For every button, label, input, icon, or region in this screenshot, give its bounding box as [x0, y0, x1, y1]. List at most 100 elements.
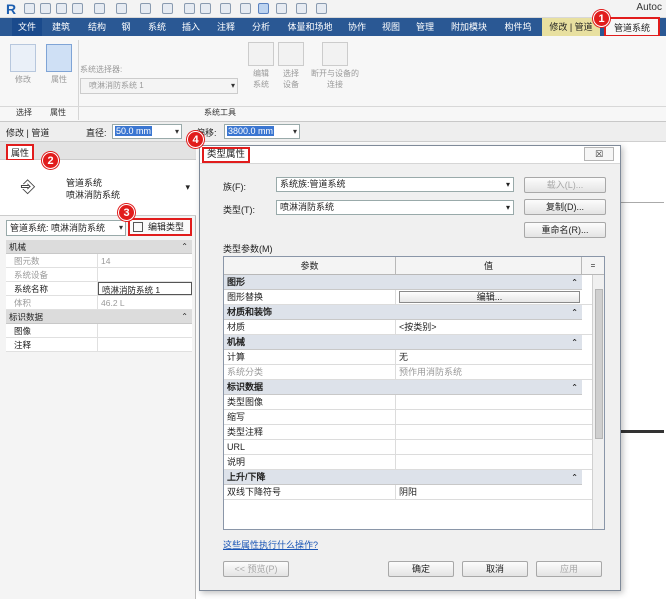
chevron-down-icon: ▾: [185, 182, 190, 192]
sync-icon[interactable]: [72, 3, 83, 14]
tab-analyze[interactable]: 分析: [246, 18, 276, 36]
collapse-icon[interactable]: ⌃: [181, 310, 188, 324]
disconnect-equipment-button[interactable]: 断开与设备的 连接: [306, 42, 364, 90]
group-graphics[interactable]: 图形 ⌃: [224, 275, 582, 290]
edit-type-button[interactable]: 编辑类型: [128, 218, 192, 236]
group-identity-data[interactable]: 标识数据 ⌃: [6, 310, 192, 324]
table-row: 双线下降符号 阴阳: [224, 485, 604, 500]
edit-graphics-button[interactable]: 编辑...: [399, 291, 580, 303]
group-identity-data[interactable]: 标识数据 ⌃: [224, 380, 582, 395]
rename-button[interactable]: 重命名(R)...: [524, 222, 606, 238]
load-button[interactable]: 载入(L)...: [524, 177, 606, 193]
system-selector-combo[interactable]: 喷淋消防系统 1 ▾: [80, 78, 238, 94]
app-logo[interactable]: R: [6, 1, 16, 17]
preview-button[interactable]: << 预览(P): [223, 561, 289, 577]
property-value[interactable]: [98, 324, 192, 337]
tab-add-ins[interactable]: 附加模块: [444, 18, 494, 36]
family-combo[interactable]: 系统族:管道系统 ▾: [276, 177, 514, 192]
group-mechanical[interactable]: 机械 ⌃: [224, 335, 582, 350]
save-icon[interactable]: [56, 3, 67, 14]
group-rise-drop[interactable]: 上升/下降 ⌃: [224, 470, 582, 485]
tab-collaborate[interactable]: 协作: [342, 18, 372, 36]
table-row: 图形替换 编辑...: [224, 290, 604, 305]
redo-icon[interactable]: [116, 3, 127, 14]
context-label: 修改 | 管道: [6, 128, 50, 138]
param-value[interactable]: [396, 425, 582, 439]
type-combo[interactable]: 喷淋消防系统 ▾: [276, 200, 514, 215]
measure-icon[interactable]: [162, 3, 173, 14]
select-equipment-button[interactable]: 选择 设备: [278, 42, 304, 90]
tab-view[interactable]: 视图: [376, 18, 406, 36]
print-icon[interactable]: [140, 3, 151, 14]
param-value[interactable]: [396, 455, 582, 469]
ok-button[interactable]: 确定: [388, 561, 454, 577]
table-row: 材质 <按类别>: [224, 320, 604, 335]
callout-badge-3: 3: [118, 204, 135, 221]
collapse-icon[interactable]: ⌃: [571, 380, 578, 395]
customize-qat-icon[interactable]: [316, 3, 327, 14]
diameter-field[interactable]: 50.0 mm ▾: [112, 124, 182, 139]
properties-icon: [46, 44, 72, 72]
collapse-icon[interactable]: ⌃: [571, 470, 578, 485]
dialog-titlebar: 类型属性 ☒: [200, 146, 620, 164]
group-label: 材质和装饰: [227, 307, 273, 317]
param-key: 双线下降符号: [224, 485, 396, 499]
collapse-icon[interactable]: ⌃: [571, 305, 578, 320]
type-selector[interactable]: ⎆ 管道系统 喷淋消防系统 ▾: [0, 160, 196, 216]
properties-button[interactable]: 属性: [44, 44, 74, 85]
group-materials[interactable]: 材质和装饰 ⌃: [224, 305, 582, 320]
group-mechanical[interactable]: 机械 ⌃: [6, 240, 192, 254]
tab-structure[interactable]: 结构: [82, 18, 112, 36]
folder-icon[interactable]: [40, 3, 51, 14]
tab-file[interactable]: 文件: [12, 18, 42, 36]
switch-windows-icon[interactable]: [296, 3, 307, 14]
instance-filter[interactable]: 管道系统: 喷淋消防系统 ▾: [6, 220, 126, 236]
close-button[interactable]: ☒: [584, 147, 614, 161]
close-hidden-icon[interactable]: [276, 3, 287, 14]
column-header-value[interactable]: 值: [396, 257, 582, 274]
property-key: 图像: [6, 324, 98, 337]
param-value[interactable]: 阴阳: [396, 485, 582, 499]
tab-piping-systems[interactable]: 管道系统: [604, 17, 660, 37]
property-key: 系统设备: [6, 268, 98, 281]
tab-insert[interactable]: 插入: [176, 18, 206, 36]
3d-view-icon[interactable]: [220, 3, 231, 14]
tab-manage[interactable]: 管理: [410, 18, 440, 36]
param-value[interactable]: [396, 440, 582, 454]
edit-system-button[interactable]: 编辑 系统: [248, 42, 274, 90]
collapse-icon[interactable]: ⌃: [571, 335, 578, 350]
app-title: Autoc: [636, 2, 662, 13]
undo-icon[interactable]: [94, 3, 105, 14]
properties-title: 属性: [6, 144, 35, 161]
tab-component-dock[interactable]: 构件坞: [498, 18, 538, 36]
table-scrollbar[interactable]: [592, 275, 604, 529]
property-value[interactable]: [98, 338, 192, 351]
text-icon[interactable]: [200, 3, 211, 14]
collapse-icon[interactable]: ⌃: [181, 240, 188, 254]
param-value[interactable]: 无: [396, 350, 582, 364]
param-value[interactable]: [396, 395, 582, 409]
tab-steel[interactable]: 钢: [116, 18, 136, 36]
param-value: 编辑...: [396, 290, 582, 304]
param-value[interactable]: <按类别>: [396, 320, 582, 334]
system-name-field[interactable]: 喷淋消防系统 1: [98, 282, 192, 295]
help-link[interactable]: 这些属性执行什么操作?: [223, 538, 318, 551]
open-icon[interactable]: [24, 3, 35, 14]
column-header-parameter[interactable]: 参数: [224, 257, 396, 274]
tab-systems[interactable]: 系统: [142, 18, 172, 36]
tab-modify-pipes[interactable]: 修改 | 管道: [542, 18, 600, 36]
dimension-icon[interactable]: [184, 3, 195, 14]
offset-field[interactable]: 3800.0 mm ▾: [224, 124, 300, 139]
param-value[interactable]: [396, 410, 582, 424]
tab-annotate[interactable]: 注释: [210, 18, 242, 36]
collapse-icon[interactable]: ⌃: [571, 275, 578, 290]
section-icon[interactable]: [240, 3, 251, 14]
apply-button[interactable]: 应用: [536, 561, 602, 577]
scrollbar-thumb[interactable]: [595, 289, 603, 439]
tab-massing-site[interactable]: 体量和场地: [282, 18, 338, 36]
modify-button[interactable]: 修改: [8, 44, 38, 85]
tab-architecture[interactable]: 建筑: [46, 18, 76, 36]
duplicate-button[interactable]: 复制(D)...: [524, 199, 606, 215]
cancel-button[interactable]: 取消: [462, 561, 528, 577]
thin-lines-icon[interactable]: [258, 3, 269, 14]
